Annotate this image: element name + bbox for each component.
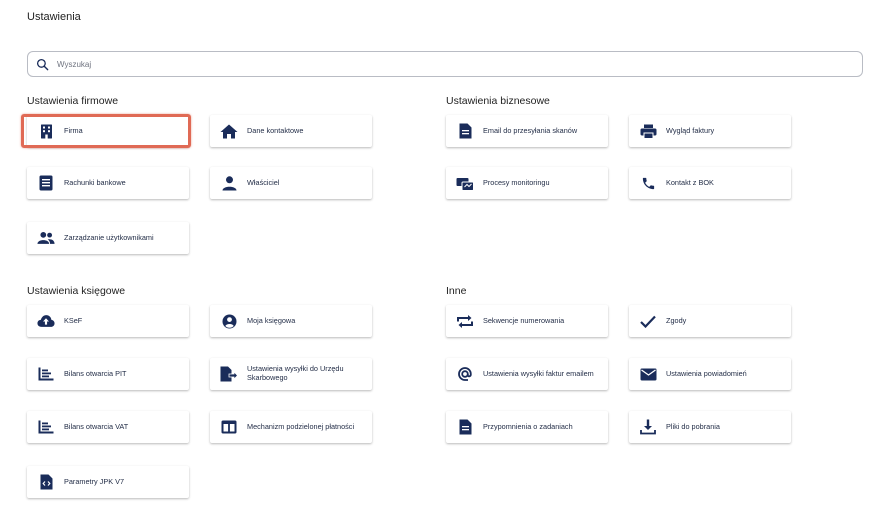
tile-dane-kontaktowe[interactable]: Dane kontaktowe xyxy=(210,115,372,147)
tile-rachunki-bankowe[interactable]: Rachunki bankowe xyxy=(27,167,189,199)
tile-label: Zgody xyxy=(666,315,687,325)
tile-ksef[interactable]: KSeF xyxy=(27,305,189,337)
tile-label: Ustawienia wysyłki faktur emailem xyxy=(483,368,594,378)
check-icon xyxy=(639,312,657,330)
tile-label: Email do przesyłania skanów xyxy=(483,125,578,135)
tile-label: Sekwencje numerowania xyxy=(483,315,565,325)
person-icon xyxy=(220,174,238,192)
tile-firma[interactable]: Firma xyxy=(27,115,189,147)
account-circle-icon xyxy=(220,312,238,330)
mail-icon xyxy=(639,365,657,383)
bank-account-icon xyxy=(37,174,55,192)
tile-label: Kontakt z BOK xyxy=(666,177,714,187)
code-file-icon xyxy=(37,473,55,491)
tile-zgody[interactable]: Zgody xyxy=(629,305,791,337)
section-title-firmowe: Ustawienia firmowe xyxy=(27,95,119,107)
tile-label: Przypomnienia o zadaniach xyxy=(483,421,573,431)
tile-bilans-otwarcia-pit[interactable]: Bilans otwarcia PIT xyxy=(27,358,189,390)
section-title-biznesowe: Ustawienia biznesowe xyxy=(446,95,550,107)
home-icon xyxy=(220,122,238,140)
tile-bilans-otwarcia-vat[interactable]: Bilans otwarcia VAT xyxy=(27,411,189,443)
tile-label: Właściciel xyxy=(247,177,280,187)
tile-label: Bilans otwarcia VAT xyxy=(64,421,129,431)
phone-icon xyxy=(639,174,657,192)
tile-label: KSeF xyxy=(64,315,83,325)
tile-label: Pliki do pobrania xyxy=(666,421,720,431)
tile-pliki-do-pobrania[interactable]: Pliki do pobrania xyxy=(629,411,791,443)
at-icon xyxy=(456,365,474,383)
search-icon xyxy=(36,58,49,70)
tile-email-skanow[interactable]: Email do przesyłania skanów xyxy=(446,115,608,147)
tile-wysylka-urzad-skarbowy[interactable]: Ustawienia wysyłki do Urzędu Skarbowego xyxy=(210,358,372,390)
balance-list-icon xyxy=(37,418,55,436)
printer-icon xyxy=(639,122,657,140)
download-icon xyxy=(639,418,657,436)
tile-label: Parametry JPK V7 xyxy=(64,476,125,486)
file-send-icon xyxy=(220,365,238,383)
tile-label: Firma xyxy=(64,125,83,135)
document-icon xyxy=(456,418,474,436)
tile-label: Ustawienia powiadomień xyxy=(666,368,747,378)
cloud-upload-icon xyxy=(37,312,55,330)
tile-wysylka-faktur-emailem[interactable]: Ustawienia wysyłki faktur emailem xyxy=(446,358,608,390)
tile-label: Zarządzanie użytkownikami xyxy=(64,232,154,242)
document-icon xyxy=(456,122,474,140)
tile-label: Rachunki bankowe xyxy=(64,177,126,187)
section-title-ksiegowe: Ustawienia księgowe xyxy=(27,285,126,297)
tile-kontakt-bok[interactable]: Kontakt z BOK xyxy=(629,167,791,199)
split-payment-icon xyxy=(220,418,238,436)
building-icon xyxy=(37,122,55,140)
balance-list-icon xyxy=(37,365,55,383)
search-box[interactable] xyxy=(27,51,863,77)
page-title: Ustawienia xyxy=(27,11,81,23)
users-icon xyxy=(37,229,55,247)
tile-mechanizm-podzielonej-platnosci[interactable]: Mechanizm podzielonej płatności xyxy=(210,411,372,443)
tile-wyglad-faktury[interactable]: Wygląd faktury xyxy=(629,115,791,147)
tile-przypomnienia-o-zadaniach[interactable]: Przypomnienia o zadaniach xyxy=(446,411,608,443)
tile-label: Moja księgowa xyxy=(247,315,296,325)
section-title-inne: Inne xyxy=(446,285,467,297)
tile-procesy-monitoringu[interactable]: Procesy monitoringu xyxy=(446,167,608,199)
tile-ustawienia-powiadomien[interactable]: Ustawienia powiadomień xyxy=(629,358,791,390)
tile-wlasciciel[interactable]: Właściciel xyxy=(210,167,372,199)
tile-zarzadzanie-uzytkownikami[interactable]: Zarządzanie użytkownikami xyxy=(27,222,189,254)
monitoring-icon xyxy=(456,174,474,192)
tile-label: Bilans otwarcia PIT xyxy=(64,368,127,378)
tile-parametry-jpk-v7[interactable]: Parametry JPK V7 xyxy=(27,466,189,498)
tile-label: Ustawienia wysyłki do Urzędu Skarbowego xyxy=(247,364,344,382)
tile-sekwencje-numerowania[interactable]: Sekwencje numerowania xyxy=(446,305,608,337)
tile-label: Procesy monitoringu xyxy=(483,177,550,187)
search-input[interactable] xyxy=(55,58,839,70)
repeat-icon xyxy=(456,312,474,330)
tile-moja-ksiegowa[interactable]: Moja księgowa xyxy=(210,305,372,337)
tile-label: Wygląd faktury xyxy=(666,125,715,135)
tile-label: Mechanizm podzielonej płatności xyxy=(247,421,355,431)
tile-label: Dane kontaktowe xyxy=(247,125,304,135)
